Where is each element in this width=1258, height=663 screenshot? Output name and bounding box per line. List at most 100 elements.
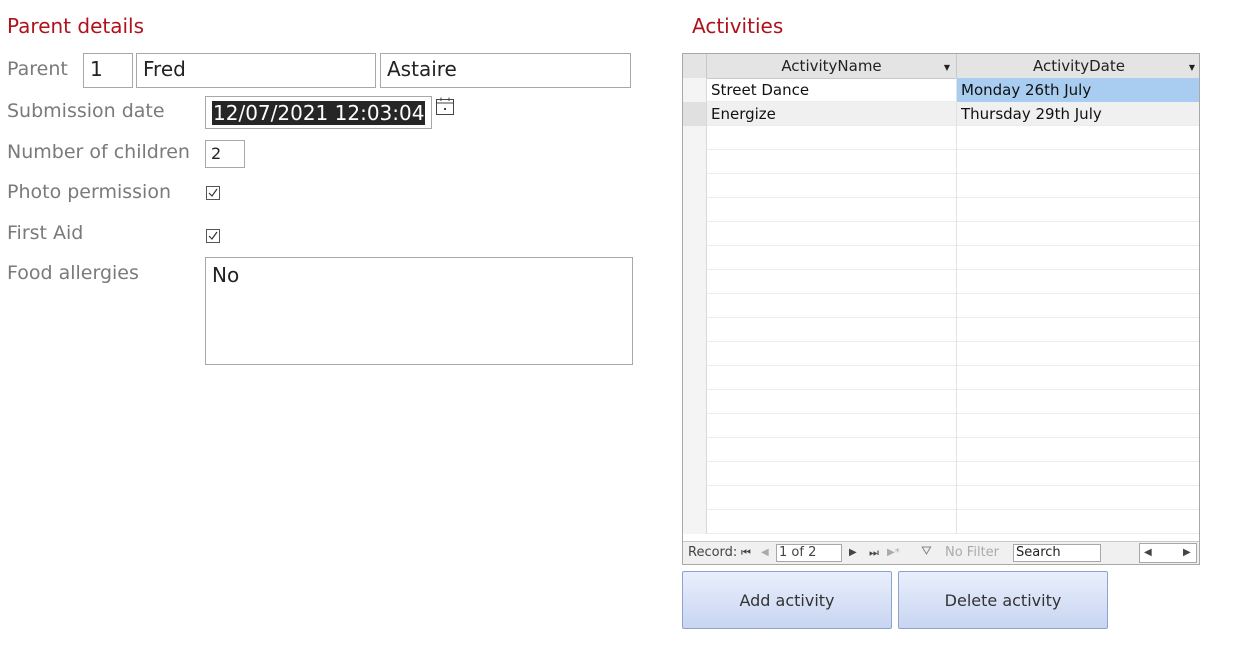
empty-cell [707, 342, 957, 366]
empty-cell [707, 438, 957, 462]
scroll-right-icon[interactable]: ▶ [1183, 547, 1191, 558]
parent-id-field[interactable]: 1 [83, 53, 133, 88]
row-selector [683, 126, 707, 150]
record-label: Record: [688, 545, 738, 560]
submission-date-value: 12/07/2021 12:03:04 [212, 101, 426, 125]
empty-row [683, 366, 1199, 390]
food-allergies-label: Food allergies [7, 262, 139, 284]
empty-row [683, 174, 1199, 198]
column-header-label: ActivityDate [1033, 57, 1125, 75]
empty-row [683, 486, 1199, 510]
row-selector [683, 486, 707, 510]
number-of-children-label: Number of children [7, 141, 190, 163]
row-selector[interactable] [683, 78, 707, 102]
last-name-field[interactable]: Astaire [380, 53, 631, 88]
row-selector [683, 150, 707, 174]
empty-cell [707, 294, 957, 318]
activities-datasheet[interactable]: ActivityName ▼ ActivityDate ▼ Street Dan… [682, 53, 1200, 565]
empty-cell [707, 270, 957, 294]
row-selector [683, 318, 707, 342]
row-selector [683, 366, 707, 390]
select-all-corner[interactable] [683, 54, 707, 78]
empty-cell [707, 150, 957, 174]
next-record-icon[interactable]: ▶ [849, 547, 857, 558]
last-record-icon[interactable]: ⏭ [869, 546, 879, 560]
empty-row [683, 198, 1199, 222]
empty-row [683, 246, 1199, 270]
empty-row [683, 390, 1199, 414]
row-selector [683, 294, 707, 318]
column-header-activitydate[interactable]: ActivityDate ▼ [957, 54, 1199, 78]
record-navigation-bar: Record: ⏮ ◀ 1 of 2 ▶ ⏭ ▶* ⛛ No Filter Se… [683, 541, 1199, 564]
column-header-label: ActivityName [781, 57, 882, 75]
row-selector [683, 510, 707, 534]
empty-cell [707, 222, 957, 246]
empty-row [683, 222, 1199, 246]
add-activity-button[interactable]: Add activity [682, 571, 892, 629]
delete-activity-button[interactable]: Delete activity [898, 571, 1108, 629]
datasheet-header: ActivityName ▼ ActivityDate ▼ [683, 54, 1199, 79]
row-selector [683, 222, 707, 246]
food-allergies-field[interactable]: No [205, 257, 633, 365]
empty-row [683, 318, 1199, 342]
first-aid-label: First Aid [7, 222, 84, 244]
empty-cell [707, 246, 957, 270]
empty-cell [707, 462, 957, 486]
no-filter-label[interactable]: No Filter [945, 545, 999, 560]
parent-details-title: Parent details [7, 14, 145, 38]
empty-cell [707, 486, 957, 510]
calendar-icon[interactable] [435, 96, 455, 116]
scroll-left-icon[interactable]: ◀ [1144, 547, 1152, 558]
empty-cell [707, 126, 957, 150]
activity-name-cell[interactable]: Energize [707, 102, 957, 126]
row-selector [683, 246, 707, 270]
photo-permission-checkbox[interactable] [206, 186, 220, 200]
empty-row [683, 126, 1199, 150]
activities-title: Activities [692, 14, 784, 38]
checkmark-icon [208, 188, 218, 197]
first-name-field[interactable]: Fred [136, 53, 376, 88]
empty-row [683, 150, 1199, 174]
column-header-activityname[interactable]: ActivityName ▼ [707, 54, 957, 78]
empty-row [683, 438, 1199, 462]
activity-name-cell[interactable]: Street Dance [707, 78, 957, 102]
row-selector [683, 174, 707, 198]
search-field[interactable]: Search [1013, 544, 1101, 562]
empty-row [683, 342, 1199, 366]
current-record-field[interactable]: 1 of 2 [776, 544, 842, 562]
empty-cell [707, 318, 957, 342]
table-row[interactable]: Street Dance Monday 26th July [683, 78, 1199, 102]
previous-record-icon[interactable]: ◀ [761, 547, 769, 558]
first-record-icon[interactable]: ⏮ [741, 546, 751, 560]
new-record-icon[interactable]: ▶* [887, 547, 900, 558]
empty-cell [707, 174, 957, 198]
first-aid-checkbox[interactable] [206, 229, 220, 243]
row-selector [683, 462, 707, 486]
table-row[interactable]: Energize Thursday 29th July [683, 102, 1199, 126]
row-selector [683, 414, 707, 438]
checkmark-icon [208, 231, 218, 240]
filter-icon[interactable]: ⛛ [921, 544, 932, 559]
row-selector [683, 390, 707, 414]
empty-cell [707, 198, 957, 222]
empty-row [683, 462, 1199, 486]
number-of-children-field[interactable]: 2 [205, 140, 245, 168]
submission-date-field[interactable]: 12/07/2021 12:03:04 [205, 96, 432, 129]
empty-cell [707, 510, 957, 534]
empty-row [683, 294, 1199, 318]
row-selector [683, 198, 707, 222]
row-selector[interactable] [683, 102, 707, 126]
empty-cell [707, 390, 957, 414]
parent-label: Parent [7, 58, 68, 80]
empty-cell [707, 366, 957, 390]
photo-permission-label: Photo permission [7, 181, 171, 203]
dropdown-arrow-icon[interactable]: ▼ [1189, 63, 1195, 72]
activity-date-cell[interactable]: Monday 26th July [957, 78, 1199, 102]
dropdown-arrow-icon[interactable]: ▼ [944, 63, 950, 72]
activity-date-cell[interactable]: Thursday 29th July [957, 102, 1199, 126]
empty-row [683, 414, 1199, 438]
row-selector [683, 342, 707, 366]
empty-row [683, 270, 1199, 294]
empty-row [683, 510, 1199, 534]
submission-date-label: Submission date [7, 100, 165, 122]
